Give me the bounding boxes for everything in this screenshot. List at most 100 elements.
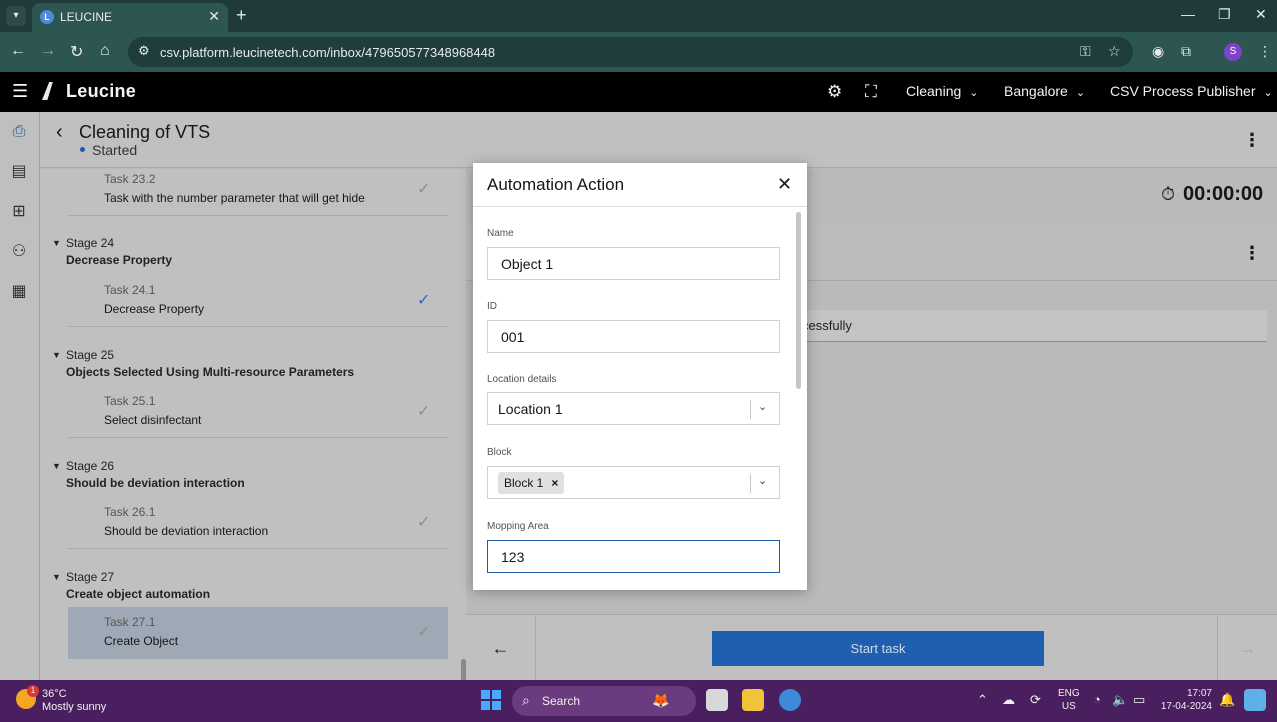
location-dropdown[interactable]: Bangalore ⌄ bbox=[1004, 83, 1085, 99]
lang-top: ENG bbox=[1058, 688, 1080, 699]
scanner-icon[interactable]: ⛶ bbox=[865, 82, 877, 102]
weather-description[interactable]: Mostly sunny bbox=[42, 701, 106, 713]
next-task-arrow-icon[interactable]: → bbox=[1217, 615, 1277, 681]
address-bar[interactable]: ⚙ csv.platform.leucinetech.com/inbox/479… bbox=[128, 37, 1133, 67]
chrome-icon[interactable] bbox=[779, 689, 801, 711]
facility-dropdown-label: Cleaning bbox=[906, 83, 962, 99]
notification-bell-icon[interactable]: 🔔 bbox=[1219, 692, 1235, 708]
modal-scrollbar[interactable] bbox=[796, 212, 801, 389]
home-icon[interactable]: ⌂ bbox=[100, 42, 110, 60]
window-close-icon[interactable]: ✕ bbox=[1255, 6, 1267, 23]
file-manager-app-icon[interactable] bbox=[706, 689, 728, 711]
language-indicator[interactable]: ENG US bbox=[1058, 687, 1080, 713]
hamburger-menu-icon[interactable]: ☰ bbox=[12, 81, 28, 102]
stage-header[interactable]: ▼ Stage 26 Should be deviation interacti… bbox=[52, 459, 245, 490]
select-separator bbox=[750, 474, 751, 493]
extensions-icon[interactable]: ⧉ bbox=[1181, 43, 1191, 60]
block-multiselect[interactable]: Block 1 × ⌄ bbox=[487, 466, 780, 499]
stage-header[interactable]: ▼ Stage 25 Objects Selected Using Multi-… bbox=[52, 348, 354, 379]
task-name: Should be deviation interaction bbox=[104, 524, 269, 538]
forward-icon[interactable]: → bbox=[40, 42, 56, 60]
process-icon[interactable]: ⊞ bbox=[9, 202, 29, 222]
bookmark-star-icon[interactable]: ☆ bbox=[1108, 43, 1121, 60]
tray-overflow-icon[interactable]: ⌃ bbox=[977, 692, 988, 708]
inbox-icon[interactable]: ⎙ bbox=[9, 122, 29, 142]
stage-header[interactable]: ▼ Stage 27 Create object automation bbox=[52, 570, 210, 601]
mopping-area-input[interactable]: 123 bbox=[487, 540, 780, 573]
battery-icon[interactable]: ▭ bbox=[1133, 692, 1145, 708]
clock-date: 17-04-2024 bbox=[1160, 701, 1212, 712]
task-row[interactable]: Task 25.1 Select disinfectant ✓ bbox=[68, 386, 448, 438]
restore-icon[interactable]: ❐ bbox=[1218, 6, 1231, 23]
browser-tab[interactable]: L LEUCINE ✕ bbox=[32, 3, 228, 32]
success-text: cessfully bbox=[802, 318, 852, 333]
job-status: Started bbox=[92, 142, 138, 158]
chevron-down-icon[interactable]: ⌄ bbox=[758, 400, 767, 413]
facility-dropdown[interactable]: Cleaning ⌄ bbox=[906, 83, 978, 99]
tab-title: LEUCINE bbox=[60, 10, 113, 24]
taskbar-search[interactable]: ⌕ Search 🦊 bbox=[512, 686, 696, 716]
hierarchy-icon[interactable]: ⚇ bbox=[9, 242, 29, 262]
back-icon[interactable]: ← bbox=[10, 42, 26, 60]
browser-menu-icon[interactable]: ⋮ bbox=[1258, 43, 1272, 60]
windows-start-icon[interactable] bbox=[481, 690, 501, 710]
password-key-icon[interactable]: ⚿ bbox=[1080, 43, 1091, 60]
start-task-button[interactable]: Start task bbox=[712, 631, 1044, 666]
previous-task-arrow-icon[interactable]: ← bbox=[466, 615, 536, 681]
leucine-favicon-icon: L bbox=[40, 10, 54, 24]
settings-gear-icon[interactable]: ⚙ bbox=[827, 82, 842, 102]
copilot-icon[interactable] bbox=[1244, 689, 1266, 711]
file-explorer-icon[interactable] bbox=[742, 689, 764, 711]
stage-number: Stage 25 bbox=[66, 348, 115, 362]
checklist-icon[interactable]: ▤ bbox=[9, 162, 29, 182]
search-icon: ⌕ bbox=[522, 692, 530, 708]
site-info-icon[interactable]: ⚙ bbox=[138, 43, 150, 59]
weather-badge: 1 bbox=[27, 685, 39, 697]
leucine-logo[interactable]: Leucine bbox=[42, 81, 136, 102]
caret-down-icon: ▼ bbox=[52, 572, 61, 582]
new-tab-icon[interactable]: + bbox=[236, 6, 247, 24]
task-row[interactable]: Task 26.1 Should be deviation interactio… bbox=[68, 497, 448, 549]
id-input[interactable]: 001 bbox=[487, 320, 780, 353]
weather-temperature[interactable]: 36°C bbox=[42, 688, 67, 700]
tab-search-icon[interactable]: ▾ bbox=[6, 6, 26, 26]
url-text[interactable]: csv.platform.leucinetech.com/inbox/47965… bbox=[160, 45, 495, 60]
profile-avatar[interactable]: S bbox=[1224, 43, 1242, 61]
os-taskbar: 1 36°C Mostly sunny ⌕ Search 🦊 ⌃ ☁ ⟳ ENG… bbox=[0, 680, 1277, 722]
task-number: Task 27.1 bbox=[104, 615, 156, 629]
stage-header[interactable]: ▼ Stage 24 Decrease Property bbox=[52, 236, 172, 267]
sync-icon[interactable]: ⟳ bbox=[1030, 692, 1041, 708]
task-number: Task 23.2 bbox=[104, 172, 156, 186]
task-menu-kebab-icon[interactable]: ⋮ bbox=[1243, 244, 1261, 262]
screenshot-extension-icon[interactable]: ◉ bbox=[1152, 43, 1164, 60]
location-select[interactable]: Location 1 ⌄ bbox=[487, 392, 780, 425]
name-input[interactable]: Object 1 bbox=[487, 247, 780, 280]
chevron-down-icon[interactable]: ⌄ bbox=[758, 474, 767, 487]
role-dropdown[interactable]: CSV Process Publisher ⌄ bbox=[1110, 83, 1273, 99]
task-row[interactable]: Task 23.2 Task with the number parameter… bbox=[68, 169, 448, 216]
volume-icon[interactable]: 🔈 bbox=[1112, 692, 1128, 708]
check-icon: ✓ bbox=[417, 624, 431, 641]
task-row-active[interactable]: Task 27.1 Create Object ✓ bbox=[68, 607, 448, 659]
tab-close-icon[interactable]: ✕ bbox=[208, 8, 220, 25]
brand-name: Leucine bbox=[66, 81, 137, 101]
wifi-icon[interactable]: ◔ bbox=[1093, 692, 1101, 707]
lang-bottom: US bbox=[1061, 701, 1076, 712]
job-menu-kebab-icon[interactable]: ⋮ bbox=[1243, 131, 1261, 149]
modal-close-icon[interactable]: ✕ bbox=[777, 174, 792, 195]
check-icon: ✓ bbox=[417, 181, 431, 198]
caret-down-icon: ▼ bbox=[52, 238, 61, 248]
chip-remove-icon[interactable]: × bbox=[551, 476, 558, 490]
reload-icon[interactable]: ↻ bbox=[70, 42, 83, 62]
onedrive-cloud-icon[interactable]: ☁ bbox=[1002, 692, 1015, 708]
job-timer: ⏱ 00:00:00 bbox=[1161, 183, 1263, 206]
check-icon: ✓ bbox=[417, 403, 431, 420]
back-arrow-icon[interactable]: ‹ bbox=[56, 121, 63, 144]
minimize-icon[interactable]: — bbox=[1181, 6, 1195, 22]
task-row[interactable]: Task 24.1 Decrease Property ✓ bbox=[68, 275, 448, 327]
location-value: Location 1 bbox=[498, 401, 563, 417]
calculator-icon[interactable]: ▦ bbox=[9, 282, 29, 302]
browser-tab-bar: ▾ L LEUCINE ✕ + — ❐ ✕ bbox=[0, 0, 1277, 32]
block-label: Block bbox=[487, 447, 512, 458]
taskbar-clock[interactable]: 17:07 17-04-2024 bbox=[1160, 687, 1212, 713]
